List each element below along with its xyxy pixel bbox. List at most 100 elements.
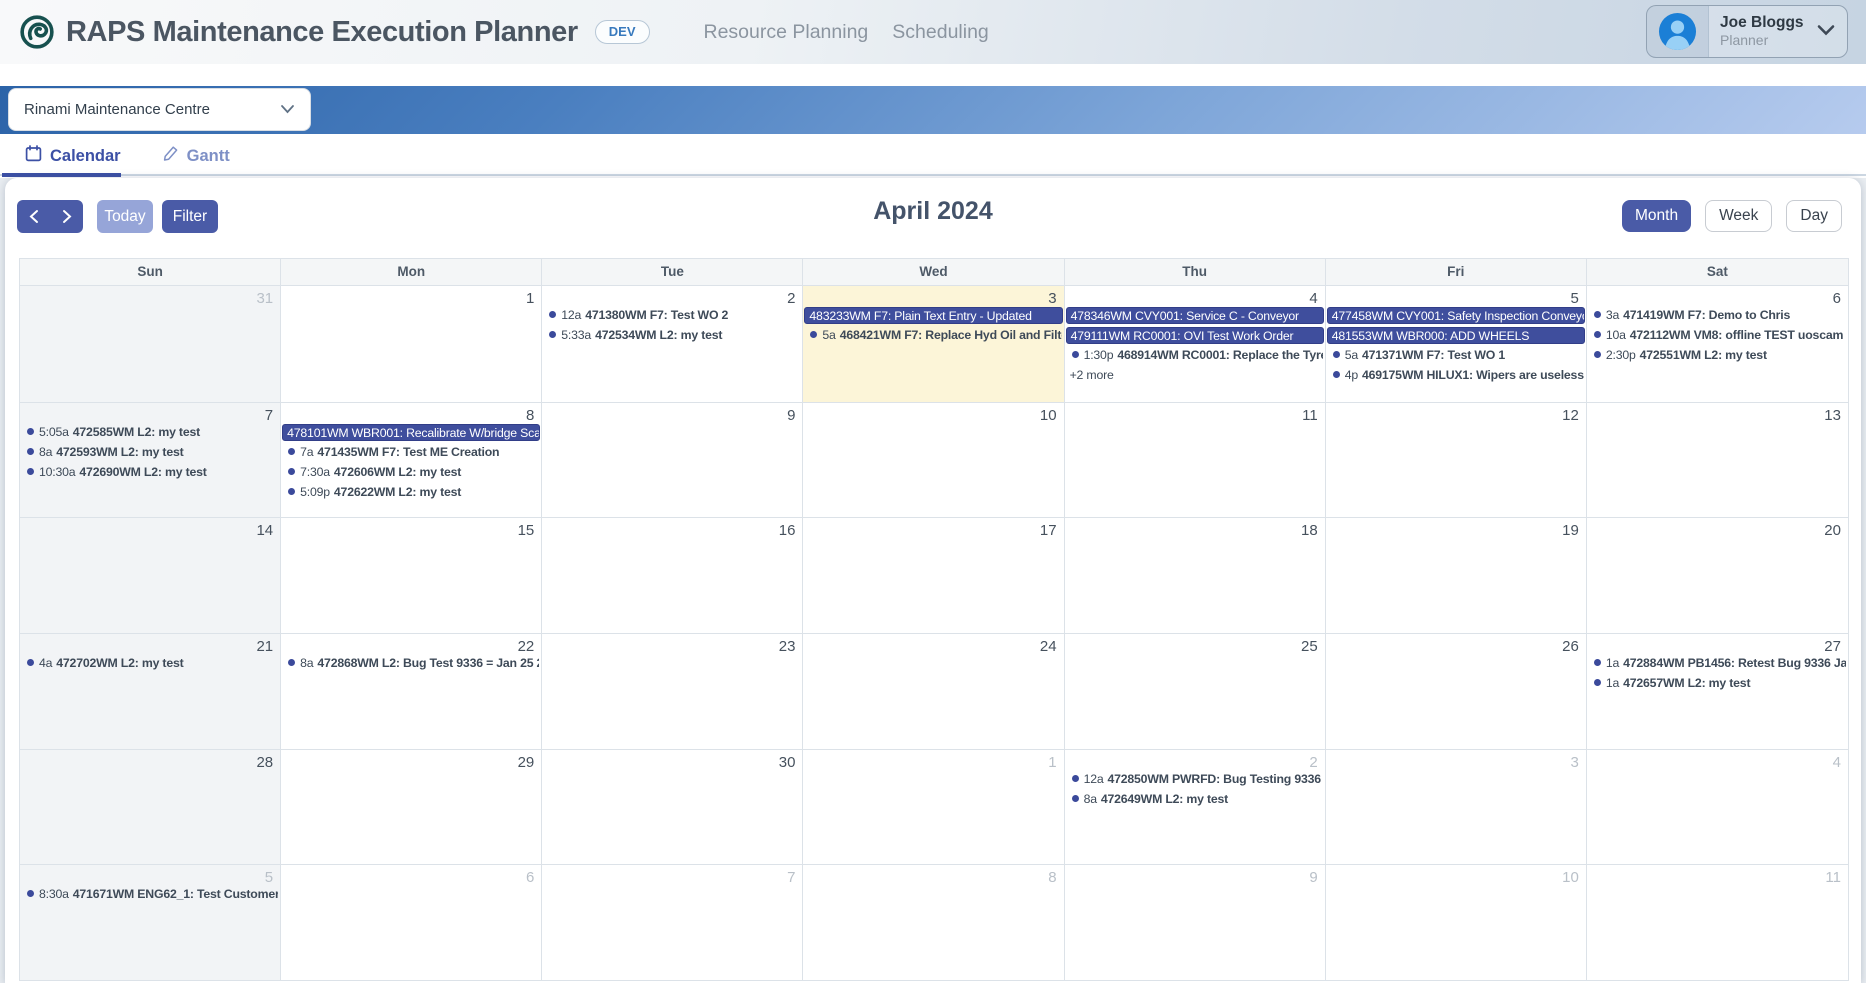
event[interactable]: 4p469175WM HILUX1: Wipers are useless — [1328, 367, 1584, 384]
day-cell[interactable]: 11 — [1587, 865, 1848, 980]
day-cell[interactable]: 26 — [1326, 634, 1587, 749]
day-cell[interactable]: 75:05a472585WM L2: my test8a472593WM L2:… — [20, 403, 281, 518]
day-cell[interactable]: 13 — [1587, 403, 1848, 518]
event[interactable]: 8:30a471671WM ENG62_1: Test Customer O — [22, 886, 278, 903]
event[interactable]: 8a472868WM L2: Bug Test 9336 = Jan 25 20… — [283, 655, 539, 672]
nav-scheduling[interactable]: Scheduling — [892, 21, 989, 44]
day-cell[interactable]: 30 — [542, 750, 803, 865]
day-cell[interactable]: 7 — [542, 865, 803, 980]
event[interactable]: 5:33a472534WM L2: my test — [544, 327, 800, 344]
day-cell[interactable]: 28 — [20, 750, 281, 865]
day-cell[interactable]: 25 — [1065, 634, 1326, 749]
event[interactable]: 7a471435WM F7: Test ME Creation — [283, 444, 539, 461]
event-title: 471419WM F7: Demo to Chris — [1623, 308, 1790, 322]
event-block[interactable]: 477458WM CVY001: Safety Inspection Conve… — [1327, 307, 1585, 324]
event-title: 472690WM L2: my test — [79, 465, 206, 479]
day-cell[interactable]: 24 — [803, 634, 1064, 749]
event-time: 8:30a — [39, 887, 69, 901]
event[interactable]: 1:30p468914WM RC0001: Replace the Tyres — [1067, 347, 1323, 364]
event[interactable]: 10:30a472690WM L2: my test — [22, 464, 278, 481]
event-title: 472868WM L2: Bug Test 9336 = Jan 25 2024 — [317, 656, 539, 670]
event-block[interactable]: 478346WM CVY001: Service C - Conveyor — [1066, 307, 1324, 324]
date-number: 8 — [803, 865, 1063, 886]
calendar-grid: SunMonTueWedThuFriSat 311212a471380WM F7… — [19, 258, 1849, 981]
user-menu[interactable]: Joe Bloggs Planner — [1646, 5, 1848, 58]
nav-resource-planning[interactable]: Resource Planning — [704, 21, 869, 44]
view-day-button[interactable]: Day — [1786, 200, 1842, 232]
view-month-button[interactable]: Month — [1622, 200, 1691, 232]
event-block[interactable]: 481553WM WBR000: ADD WHEELS — [1327, 327, 1585, 344]
tab-gantt[interactable]: Gantt — [162, 145, 230, 167]
day-cell[interactable]: 228a472868WM L2: Bug Test 9336 = Jan 25 … — [281, 634, 542, 749]
tab-calendar[interactable]: Calendar — [25, 145, 121, 167]
day-cell[interactable]: 19 — [1326, 518, 1587, 633]
day-cell[interactable]: 212a471380WM F7: Test WO 25:33a472534WM … — [542, 286, 803, 402]
event[interactable]: 8a472649WM L2: my test — [1067, 791, 1323, 808]
day-cell[interactable]: 4 — [1587, 750, 1848, 865]
event-block[interactable]: 479111WM RC0001: OVI Test Work Order — [1066, 327, 1324, 344]
event-dot-icon — [1333, 351, 1340, 358]
event[interactable]: 5:09p472622WM L2: my test — [283, 484, 539, 501]
event-block[interactable]: 483233WM F7: Plain Text Entry - Updated — [804, 307, 1062, 324]
day-cell[interactable]: 10 — [803, 403, 1064, 518]
event-title: 471380WM F7: Test WO 2 — [585, 308, 728, 322]
week-row: 2829301212a472850WM PWRFD: Bug Testing 9… — [20, 749, 1848, 865]
event[interactable]: 2:30p472551WM L2: my test — [1589, 347, 1846, 364]
event[interactable]: 8a472593WM L2: my test — [22, 444, 278, 461]
event[interactable]: 5a468421WM F7: Replace Hyd Oil and Filte… — [805, 327, 1061, 344]
site-selector[interactable]: Rinami Maintenance Centre — [8, 88, 311, 131]
event[interactable]: 7:30a472606WM L2: my test — [283, 464, 539, 481]
event[interactable]: 12a472850WM PWRFD: Bug Testing 9336 — [1067, 771, 1323, 788]
day-cell[interactable]: 12 — [1326, 403, 1587, 518]
day-cell[interactable]: 3483233WM F7: Plain Text Entry - Updated… — [803, 286, 1064, 402]
day-cell[interactable]: 10 — [1326, 865, 1587, 980]
more-link[interactable]: +2 more — [1065, 367, 1325, 384]
day-cell[interactable]: 18 — [1065, 518, 1326, 633]
day-cell[interactable]: 1 — [803, 750, 1064, 865]
event-block[interactable]: 478101WM WBR001: Recalibrate W/bridge Sc… — [282, 424, 540, 441]
event-time: 4p — [1345, 368, 1358, 382]
event[interactable]: 10a472112WM VM8: offline TEST uoscam — [1589, 327, 1846, 344]
event[interactable]: 4a472702WM L2: my test — [22, 655, 278, 672]
event[interactable]: 5:05a472585WM L2: my test — [22, 424, 278, 441]
event-dot-icon — [27, 468, 34, 475]
day-cell[interactable]: 63a471419WM F7: Demo to Chris10a472112WM… — [1587, 286, 1848, 402]
day-cell[interactable]: 5477458WM CVY001: Safety Inspection Conv… — [1326, 286, 1587, 402]
event[interactable]: 12a471380WM F7: Test WO 2 — [544, 307, 800, 324]
event-dot-icon — [1333, 371, 1340, 378]
event-time: 5:05a — [39, 425, 69, 439]
day-cell[interactable]: 214a472702WM L2: my test — [20, 634, 281, 749]
day-cell[interactable]: 20 — [1587, 518, 1848, 633]
day-cell[interactable]: 4478346WM CVY001: Service C - Conveyor47… — [1065, 286, 1326, 402]
day-cell[interactable]: 29 — [281, 750, 542, 865]
day-cell[interactable]: 8 — [803, 865, 1064, 980]
date-number: 18 — [1065, 518, 1325, 539]
day-cell[interactable]: 15 — [281, 518, 542, 633]
event-dot-icon — [288, 448, 295, 455]
event[interactable]: 1a472884WM PB1456: Retest Bug 9336 Jan — [1589, 655, 1846, 672]
event[interactable]: 3a471419WM F7: Demo to Chris — [1589, 307, 1846, 324]
day-cell[interactable]: 17 — [803, 518, 1064, 633]
date-number: 16 — [542, 518, 802, 539]
date-number: 20 — [1587, 518, 1848, 539]
day-cell[interactable]: 58:30a471671WM ENG62_1: Test Customer O — [20, 865, 281, 980]
event[interactable]: 1a472657WM L2: my test — [1589, 675, 1846, 692]
date-number: 9 — [1065, 865, 1325, 886]
day-cell[interactable]: 9 — [542, 403, 803, 518]
day-cell[interactable]: 31 — [20, 286, 281, 402]
day-cell[interactable]: 11 — [1065, 403, 1326, 518]
day-cell[interactable]: 3 — [1326, 750, 1587, 865]
day-cell[interactable]: 14 — [20, 518, 281, 633]
day-cell[interactable]: 23 — [542, 634, 803, 749]
day-cell[interactable]: 9 — [1065, 865, 1326, 980]
day-cell[interactable]: 6 — [281, 865, 542, 980]
view-switcher: Month Week Day — [1622, 200, 1842, 232]
view-week-button[interactable]: Week — [1705, 200, 1772, 232]
day-cell[interactable]: 271a472884WM PB1456: Retest Bug 9336 Jan… — [1587, 634, 1848, 749]
day-cell[interactable]: 8478101WM WBR001: Recalibrate W/bridge S… — [281, 403, 542, 518]
event[interactable]: 5a471371WM F7: Test WO 1 — [1328, 347, 1584, 364]
day-cell[interactable]: 1 — [281, 286, 542, 402]
event-dot-icon — [1594, 659, 1601, 666]
day-cell[interactable]: 212a472850WM PWRFD: Bug Testing 93368a47… — [1065, 750, 1326, 865]
day-cell[interactable]: 16 — [542, 518, 803, 633]
